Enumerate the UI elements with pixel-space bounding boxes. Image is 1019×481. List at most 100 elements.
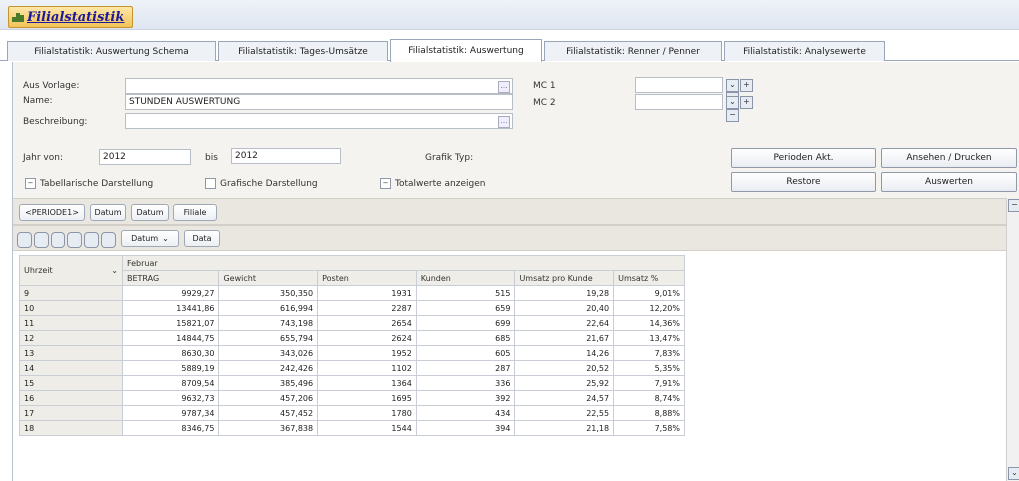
table-cell: 8630,30 bbox=[121, 345, 220, 361]
table-row[interactable]: 18 8346,75 367,838 1544 394 21,18 7,58% bbox=[19, 420, 685, 436]
table-cell: 7,83% bbox=[613, 345, 685, 361]
table-cell: 20,40 bbox=[514, 300, 615, 316]
mc1-field[interactable] bbox=[635, 77, 723, 93]
dropdown-icon[interactable]: ⌄ bbox=[726, 96, 739, 109]
checkbox-checked-icon: − bbox=[380, 178, 391, 189]
table-row[interactable]: 14 5889,19 242,426 1102 287 20,52 5,35% bbox=[19, 360, 685, 376]
table-cell: 699 bbox=[415, 315, 516, 331]
table-cell: 394 bbox=[415, 420, 516, 436]
table-cell: 1952 bbox=[317, 345, 417, 361]
table-row[interactable]: 10 13441,86 616,994 2287 659 20,40 12,20% bbox=[19, 300, 685, 316]
auswerten-button[interactable]: Auswerten bbox=[881, 172, 1017, 192]
name-field[interactable]: STUNDEN AUSWERTUNG bbox=[125, 94, 513, 110]
checkbox-checked-icon: − bbox=[25, 178, 36, 189]
add-icon[interactable]: + bbox=[740, 96, 753, 109]
table-row[interactable]: 17 9787,34 457,452 1780 434 22,55 8,88% bbox=[19, 405, 685, 421]
table-cell: 7,58% bbox=[613, 420, 685, 436]
slot-icon[interactable] bbox=[33, 232, 49, 248]
table-row[interactable]: 11 15821,07 743,198 2654 699 22,64 14,36% bbox=[19, 315, 685, 331]
row-hour-cell: 12 bbox=[19, 330, 123, 346]
tab-tages-umsaetze[interactable]: Filialstatistik: Tages-Umsätze bbox=[218, 41, 388, 61]
table-row[interactable]: 9 9929,27 350,350 1931 515 19,28 9,01% bbox=[19, 285, 685, 301]
table-cell: 350,350 bbox=[218, 285, 319, 301]
column-header: Gewicht bbox=[218, 270, 319, 286]
slot-icon[interactable] bbox=[84, 232, 100, 248]
window-title: Filialstatistik bbox=[27, 9, 125, 25]
table-cell: 5,35% bbox=[613, 360, 685, 376]
vertical-scrollbar[interactable]: − ⌄ bbox=[1006, 198, 1019, 481]
tab-auswertung-schema[interactable]: Filialstatistik: Auswertung Schema bbox=[7, 41, 216, 61]
table-row[interactable]: 13 8630,30 343,026 1952 605 14,26 7,83% bbox=[19, 345, 685, 361]
chevron-down-icon: ⌄ bbox=[162, 234, 169, 243]
table-cell: 1695 bbox=[317, 390, 417, 406]
table-cell: 9929,27 bbox=[121, 285, 220, 301]
table-cell: 8,74% bbox=[613, 390, 685, 406]
ansehen-drucken-button[interactable]: Ansehen / Drucken bbox=[881, 148, 1017, 168]
table-cell: 5889,19 bbox=[121, 360, 220, 376]
slot-icon[interactable] bbox=[17, 232, 32, 248]
dropdown-icon[interactable]: ⌄ bbox=[726, 79, 739, 92]
totalwerte-checkbox[interactable]: − Totalwerte anzeigen bbox=[380, 178, 485, 189]
bis-value: 2012 bbox=[235, 151, 258, 161]
tab-auswertung[interactable]: Filialstatistik: Auswertung bbox=[390, 39, 542, 62]
mc2-controls: ⌄ +− bbox=[726, 96, 766, 122]
tab-analysewerte[interactable]: Filialstatistik: Analysewerte bbox=[724, 41, 885, 61]
datum-field-button[interactable]: Datum bbox=[90, 204, 126, 221]
mc2-field[interactable] bbox=[635, 94, 723, 110]
slot-icon[interactable] bbox=[101, 232, 116, 248]
mc1-label: MC 1 bbox=[533, 81, 556, 91]
table-row[interactable]: 12 14844,75 655,794 2624 685 21,67 13,47% bbox=[19, 330, 685, 346]
table-cell: 8346,75 bbox=[121, 420, 220, 436]
aus-vorlage-select[interactable]: … bbox=[125, 78, 513, 94]
bis-field[interactable]: 2012 bbox=[231, 148, 341, 164]
datum-column-button[interactable]: Datum ⌄ bbox=[121, 230, 179, 247]
datum-field-button-2[interactable]: Datum bbox=[131, 204, 169, 221]
data-field-button[interactable]: Data bbox=[184, 230, 220, 247]
beschreibung-field[interactable]: … bbox=[125, 113, 513, 129]
slot-icon[interactable] bbox=[50, 232, 66, 248]
table-cell: 14,26 bbox=[514, 345, 615, 361]
button-label: Restore bbox=[786, 177, 821, 187]
restore-button[interactable]: Restore bbox=[731, 172, 876, 192]
row-hour-cell: 9 bbox=[19, 285, 123, 301]
table-cell: 655,794 bbox=[218, 330, 319, 346]
grafische-checkbox[interactable]: Grafische Darstellung bbox=[205, 178, 318, 189]
table-cell: 19,28 bbox=[514, 285, 615, 301]
grafik-typ-label: Grafik Typ: bbox=[425, 153, 474, 163]
grafische-label: Grafische Darstellung bbox=[220, 178, 318, 189]
table-cell: 1364 bbox=[317, 375, 417, 391]
table-cell: 15821,07 bbox=[121, 315, 220, 331]
add-icon[interactable]: + bbox=[740, 79, 753, 92]
periode-field-button[interactable]: <PERIODE1> bbox=[19, 204, 85, 221]
table-cell: 2654 bbox=[317, 315, 417, 331]
pivot-grid: Uhrzeit ⌄ Februar BETRAG Gewicht Posten K… bbox=[13, 251, 1008, 481]
jahr-von-field[interactable]: 2012 bbox=[99, 149, 191, 165]
table-cell: 12,20% bbox=[613, 300, 685, 316]
table-row[interactable]: 16 9632,73 457,206 1695 392 24,57 8,74% bbox=[19, 390, 685, 406]
table-cell: 457,452 bbox=[218, 405, 319, 421]
table-cell: 515 bbox=[415, 285, 516, 301]
pill-label: Data bbox=[192, 234, 212, 243]
collapse-icon[interactable]: − bbox=[1008, 199, 1019, 212]
window-title-badge[interactable]: Filialstatistik bbox=[8, 6, 133, 28]
row-header-uhrzeit[interactable]: Uhrzeit ⌄ bbox=[19, 255, 123, 286]
tabellarische-checkbox[interactable]: − Tabellarische Darstellung bbox=[25, 178, 153, 189]
dropdown-icon[interactable]: … bbox=[498, 81, 510, 93]
scroll-down-icon[interactable]: ⌄ bbox=[1008, 467, 1019, 480]
table-cell: 24,57 bbox=[514, 390, 615, 406]
perioden-akt-button[interactable]: Perioden Akt. bbox=[731, 148, 876, 168]
table-cell: 22,64 bbox=[514, 315, 615, 331]
pill-label: <PERIODE1> bbox=[25, 208, 79, 217]
slot-icon[interactable] bbox=[67, 232, 83, 248]
filiale-field-button[interactable]: Filiale bbox=[173, 204, 217, 221]
table-row[interactable]: 15 8709,54 385,496 1364 336 25,92 7,91% bbox=[19, 375, 685, 391]
remove-icon[interactable]: − bbox=[726, 109, 739, 122]
table-cell: 242,426 bbox=[218, 360, 319, 376]
pill-label: Datum bbox=[136, 208, 164, 217]
ellipsis-icon[interactable]: … bbox=[498, 116, 510, 128]
pill-label: Filiale bbox=[183, 208, 207, 217]
title-bar: Filialstatistik bbox=[0, 0, 1019, 30]
table-cell: 343,026 bbox=[218, 345, 319, 361]
tab-renner-penner[interactable]: Filialstatistik: Renner / Penner bbox=[544, 41, 722, 61]
table-cell: 13,47% bbox=[613, 330, 685, 346]
